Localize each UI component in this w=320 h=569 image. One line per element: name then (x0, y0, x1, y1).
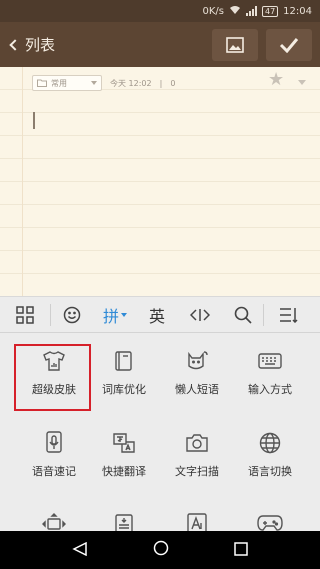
emoji-icon[interactable] (51, 297, 93, 333)
cursor-move-icon[interactable] (177, 297, 223, 333)
grid-item-text-scan[interactable]: 文字扫描 (157, 415, 237, 487)
wifi-icon (229, 5, 241, 18)
caret-down-icon[interactable] (298, 80, 306, 85)
checkmark-icon (279, 37, 299, 53)
grid-item-clipboard[interactable] (84, 497, 164, 532)
grid-item-quick-translate[interactable]: 快捷翻译 (84, 415, 164, 487)
star-icon[interactable]: ★ (268, 71, 284, 89)
caret-down-icon (121, 312, 127, 317)
microphone-icon (45, 431, 63, 455)
note-editor[interactable]: 常用 今天 12:02 | 0 (0, 67, 320, 296)
grid-item-label: 语音速记 (32, 465, 76, 478)
keyboard-toolbar: 拼 英 (0, 297, 320, 333)
keyboard-icon (258, 349, 282, 373)
category-select[interactable]: 常用 (32, 75, 102, 91)
book-icon (114, 349, 134, 373)
back-button[interactable]: 列表 (0, 22, 55, 67)
nav-back-icon[interactable] (72, 541, 88, 560)
pinyin-label: 拼 (102, 306, 119, 326)
signal-icon (245, 6, 257, 16)
back-label: 列表 (25, 36, 56, 54)
note-meta: 常用 今天 12:02 | 0 (32, 75, 175, 91)
battery-indicator: 47 (261, 5, 279, 17)
nav-recents-icon[interactable] (233, 541, 248, 560)
translate-icon (112, 431, 136, 455)
clipboard-icon (114, 513, 134, 532)
globe-icon (259, 431, 281, 455)
navigation-bar (0, 531, 320, 569)
grid-item-label: 输入方式 (248, 383, 292, 396)
network-speed: 0K/s (202, 5, 224, 17)
search-icon[interactable] (223, 297, 263, 333)
camera-icon (185, 431, 209, 455)
grid-item-label: 文字扫描 (175, 465, 219, 478)
english-mode-button[interactable]: 英 (137, 297, 177, 333)
app-bar: 列表 (0, 22, 320, 67)
grid-item-cursor-keys[interactable] (14, 497, 94, 532)
grid-item-game[interactable] (230, 497, 310, 532)
grid-item-font[interactable] (157, 497, 237, 532)
font-icon (187, 513, 207, 532)
separator: | (159, 78, 163, 88)
confirm-button[interactable] (266, 28, 312, 61)
clock: 12:04 (283, 5, 312, 17)
grid-item-voice-note[interactable]: 语音速记 (14, 415, 94, 487)
caret-down-icon (91, 81, 97, 85)
cursor-keys-icon (42, 513, 66, 532)
grid-item-label: 语言切换 (248, 465, 292, 478)
image-icon (226, 36, 244, 53)
grid-item-label: 快捷翻译 (102, 465, 146, 478)
grid-item-input-method[interactable]: 输入方式 (230, 333, 310, 405)
grid-item-label: 词库优化 (102, 383, 146, 396)
text-cursor (33, 112, 35, 129)
grid-menu-icon[interactable] (0, 297, 50, 333)
margin-line (22, 67, 23, 296)
grid-item-language-switch[interactable]: 语言切换 (230, 415, 310, 487)
cat-icon (185, 349, 209, 373)
note-date: 今天 12:02 (110, 78, 152, 88)
nav-home-icon[interactable] (153, 540, 169, 560)
collapse-keyboard-icon[interactable] (264, 297, 313, 333)
grid-item-dictionary[interactable]: 词库优化 (84, 333, 164, 405)
pinyin-mode-button[interactable]: 拼 (93, 297, 137, 333)
chevron-left-icon (9, 38, 21, 51)
insert-image-button[interactable] (212, 28, 258, 61)
grid-item-label: 懒人短语 (175, 383, 219, 396)
status-bar: 0K/s 47 12:04 (0, 0, 320, 22)
category-label: 常用 (51, 78, 67, 88)
gamepad-icon (257, 513, 283, 532)
folder-icon (37, 79, 47, 87)
highlight-box (14, 344, 91, 411)
keyboard-panel: 拼 英 超级皮肤 词库优化 懒人短语 输入方式 语音速记 快捷翻译 文字扫描 语… (0, 296, 320, 532)
char-count: 0 (170, 78, 176, 88)
english-label: 英 (148, 306, 165, 326)
grid-item-lazy-phrases[interactable]: 懒人短语 (157, 333, 237, 405)
